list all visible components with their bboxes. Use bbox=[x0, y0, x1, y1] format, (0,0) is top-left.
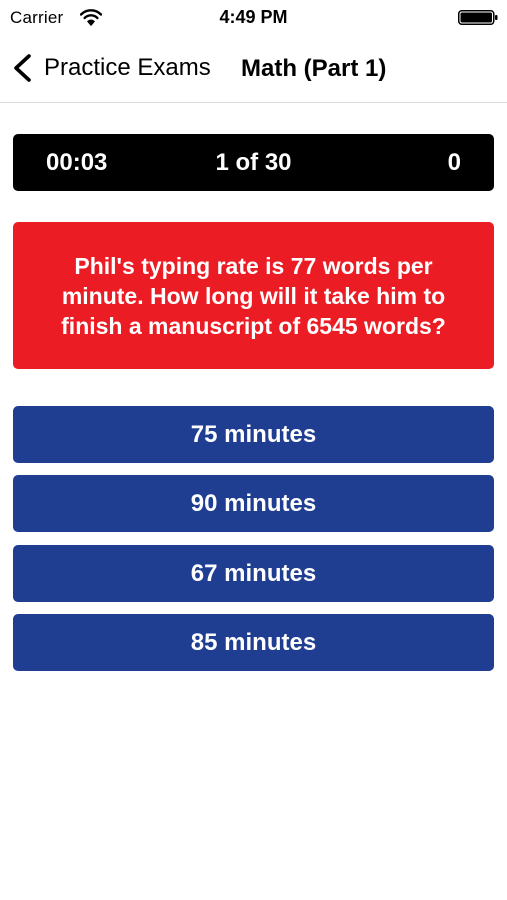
question-progress: 1 of 30 bbox=[215, 149, 292, 176]
score: 0 bbox=[447, 149, 461, 176]
answer-button[interactable]: 67 minutes bbox=[13, 545, 494, 602]
chevron-left-icon bbox=[14, 54, 31, 82]
page-title: Math (Part 1) bbox=[241, 55, 387, 82]
battery-icon bbox=[458, 10, 498, 25]
question-text: Phil's typing rate is 77 words per minut… bbox=[61, 252, 446, 339]
answer-button[interactable]: 75 minutes bbox=[13, 406, 494, 463]
back-button[interactable]: Practice Exams bbox=[12, 50, 211, 86]
quiz-status-bar: 00:03 1 of 30 0 bbox=[13, 134, 494, 191]
answer-button[interactable]: 85 minutes bbox=[13, 614, 494, 671]
back-button-label: Practice Exams bbox=[44, 54, 211, 81]
answer-button[interactable]: 90 minutes bbox=[13, 475, 494, 532]
status-time: 4:49 PM bbox=[219, 7, 288, 27]
status-bar: Carrier 4:49 PM bbox=[0, 0, 507, 36]
question-card: Phil's typing rate is 77 words per minut… bbox=[13, 222, 494, 369]
navigation-bar: Practice Exams Math (Part 1) bbox=[0, 36, 507, 103]
